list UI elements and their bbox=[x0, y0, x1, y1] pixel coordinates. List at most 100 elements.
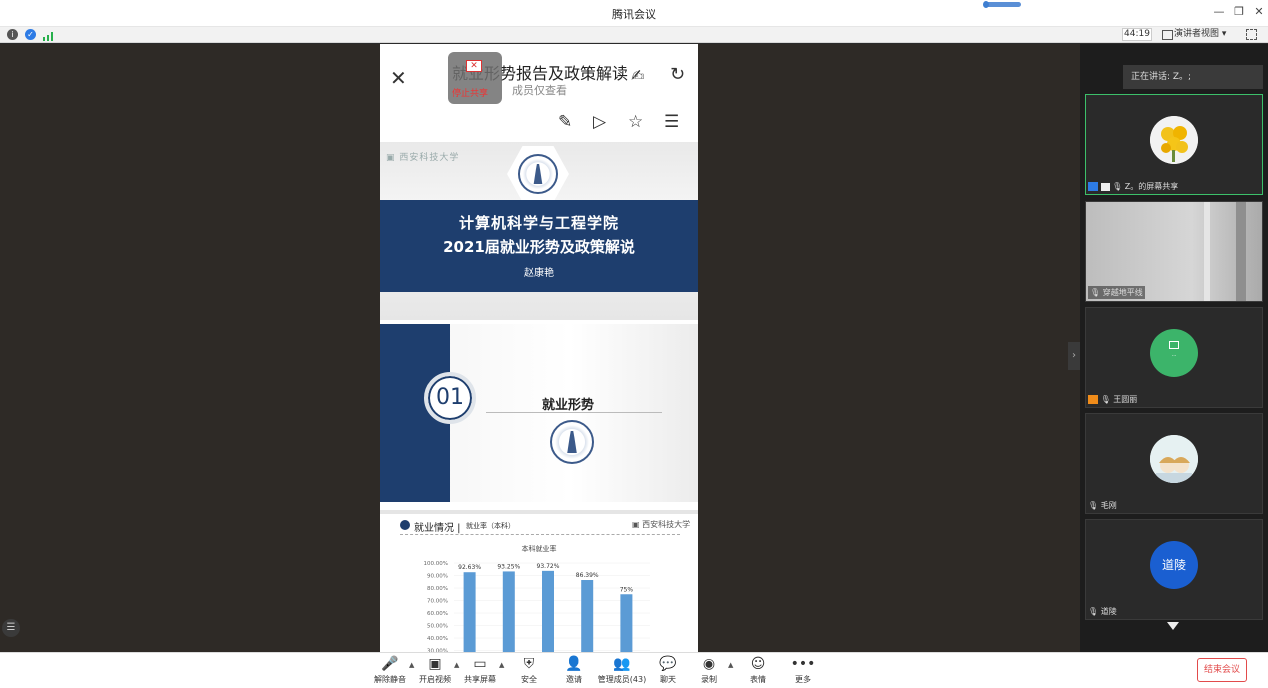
slide-author: 赵康艳 bbox=[524, 268, 554, 279]
bar-value-label: 93.25% bbox=[497, 563, 520, 570]
stop-share-label: 停止共享 bbox=[452, 89, 489, 99]
play-icon[interactable]: ▷ bbox=[593, 112, 606, 132]
doc-header: ✕ 就业形势报告及政策解读 成员仅查看 ✍ ↻ ✕ 停止共享 ✎ ▷ ☆ ☰ bbox=[380, 44, 698, 144]
restore-icon[interactable]: ❐ bbox=[1232, 5, 1246, 19]
participant-name: Z。的屏幕共享 bbox=[1124, 182, 1179, 191]
video-frame bbox=[1236, 202, 1246, 301]
slide-title-line1: 计算机科学与工程学院 bbox=[458, 214, 619, 232]
speaking-label: 正在讲话: Z。; bbox=[1131, 72, 1192, 82]
star-icon[interactable]: ☆ bbox=[628, 112, 643, 132]
y-tick-label: 50.00% bbox=[427, 624, 448, 630]
unmute-button[interactable]: 🎤 解除静音 bbox=[368, 655, 412, 687]
employment-chart: 本科就业率 100.00% 90.00% 80.00% 70.00% 60.00% 50.0… bbox=[424, 544, 650, 652]
shared-screen-area: ✕ 就业形势报告及政策解读 成员仅查看 ✍ ↻ ✕ 停止共享 ✎ ▷ ☆ ☰ ▣… bbox=[0, 44, 1080, 652]
share-screen-button[interactable]: ▭ 共享屏幕 bbox=[458, 655, 502, 687]
view-mode-label: 演讲者视图 bbox=[1174, 29, 1220, 39]
annotate-icon[interactable]: ✍ bbox=[631, 66, 644, 85]
y-tick-label: 80.00% bbox=[427, 586, 448, 592]
slide-chart[interactable]: 就业情况 | 就业率（本科） ▣ 西安科技大学 本科就业率 100.00% 90.0… bbox=[380, 510, 698, 652]
share-screen-icon: ▭ bbox=[473, 656, 487, 672]
shield-icon[interactable]: ✓ bbox=[25, 29, 36, 40]
video-label: 开启视频 bbox=[419, 675, 451, 684]
chat-button[interactable]: 💬 聊天 bbox=[646, 655, 690, 687]
participant-name: 道陵 bbox=[1100, 607, 1117, 616]
manage-members-button[interactable]: 👥 管理成员(43) bbox=[596, 655, 648, 687]
scroll-down-icon[interactable] bbox=[1167, 622, 1179, 630]
chart-bar bbox=[620, 594, 633, 652]
share-options-icon[interactable]: ▲ bbox=[499, 661, 504, 669]
chart-slide-subtitle: 就业率（本科） bbox=[466, 522, 515, 530]
members-label: 管理成员(43) bbox=[597, 675, 647, 684]
menu-icon[interactable]: ☰ bbox=[664, 112, 679, 132]
emoji-button[interactable]: ☺ 表情 bbox=[736, 655, 780, 687]
university-seal-icon bbox=[518, 154, 558, 194]
avatar bbox=[1150, 435, 1198, 483]
participant-caption: 🎙 毛刚 bbox=[1088, 500, 1117, 511]
view-mode-button[interactable]: 演讲者视图 ▾ bbox=[1160, 28, 1238, 41]
list-icon[interactable]: ☰ bbox=[2, 619, 20, 637]
meeting-toolbar: 🎤 解除静音 ▲ ▣ 开启视频 ▲ ▭ 共享屏幕 ▲ ⛨ 安全 👤 邀请 👥 管… bbox=[0, 652, 1268, 688]
security-label: 安全 bbox=[521, 675, 537, 684]
invite-button[interactable]: 👤 邀请 bbox=[552, 655, 596, 687]
fullscreen-icon[interactable] bbox=[1246, 29, 1257, 40]
security-button[interactable]: ⛨ 安全 bbox=[507, 655, 551, 687]
shared-document[interactable]: ✕ 就业形势报告及政策解读 成员仅查看 ✍ ↻ ✕ 停止共享 ✎ ▷ ☆ ☰ ▣… bbox=[380, 44, 698, 652]
record-icon: ◉ bbox=[702, 656, 716, 672]
participant-name: 穿越地平线 bbox=[1102, 288, 1143, 297]
y-tick-label: 40.00% bbox=[427, 636, 448, 642]
bar-value-label: 93.72% bbox=[537, 563, 560, 570]
mic-icon: 🎙 bbox=[1090, 288, 1101, 297]
participant-caption: 🎙 穿越地平线 bbox=[1088, 286, 1145, 299]
refresh-icon[interactable]: ↻ bbox=[670, 64, 685, 85]
emoji-label: 表情 bbox=[750, 675, 766, 684]
video-frame bbox=[1204, 202, 1210, 301]
close-icon[interactable]: ✕ bbox=[1252, 5, 1266, 19]
mic-icon: 🎙 bbox=[1112, 182, 1123, 191]
y-tick-label: 70.00% bbox=[427, 599, 448, 605]
close-doc-icon[interactable]: ✕ bbox=[390, 66, 407, 90]
record-options-icon[interactable]: ▲ bbox=[728, 661, 733, 669]
slide-cover[interactable]: ▣ 西安科技大学 计算机科学与工程学院 2021届就业形势及政策解说 赵康艳 bbox=[380, 142, 698, 320]
stop-share-icon[interactable]: ✕ bbox=[466, 60, 482, 72]
participant-tile[interactable]: 🎙 穿越地平线 bbox=[1085, 201, 1263, 302]
participant-tile[interactable]: 道陵 🎙 道陵 bbox=[1085, 519, 1263, 620]
participant-caption: 🎙 Z。的屏幕共享 bbox=[1088, 181, 1178, 192]
slide-section[interactable]: 01 就业形势 bbox=[380, 324, 698, 502]
record-button[interactable]: ◉ 录制 bbox=[687, 655, 731, 687]
avatar-text: ··· bbox=[1171, 353, 1177, 359]
participant-tile[interactable]: 🎙 毛刚 bbox=[1085, 413, 1263, 514]
participant-tile[interactable]: 🎙 Z。的屏幕共享 bbox=[1085, 94, 1263, 195]
speaking-indicator: 正在讲话: Z。; bbox=[1123, 65, 1263, 89]
signal-icon[interactable] bbox=[43, 30, 53, 41]
university-logo: ▣ 西安科技大学 bbox=[386, 153, 460, 163]
participant-tile[interactable]: ··· 🎙 王圆丽 bbox=[1085, 307, 1263, 408]
y-tick-label: 100.00% bbox=[424, 561, 448, 567]
shield-icon: ⛨ bbox=[523, 656, 535, 672]
end-meeting-button[interactable]: 结束会议 bbox=[1197, 658, 1247, 682]
volume-slider[interactable] bbox=[983, 1, 1021, 8]
y-tick-label: 90.00% bbox=[427, 574, 448, 580]
edit-icon[interactable]: ✎ bbox=[558, 112, 572, 132]
chart-title: 本科就业率 bbox=[522, 544, 557, 553]
university-logo: ▣ 西安科技大学 bbox=[632, 520, 691, 529]
more-button[interactable]: ••• 更多 bbox=[781, 655, 825, 687]
members-icon: 👥 bbox=[613, 656, 631, 672]
chart-bar bbox=[502, 571, 515, 652]
chart-bar bbox=[542, 570, 554, 652]
emoji-icon: ☺ bbox=[750, 656, 766, 672]
minimize-icon[interactable]: — bbox=[1212, 5, 1226, 19]
avatar-text: 道陵 bbox=[1161, 558, 1186, 572]
section-number: 01 bbox=[424, 372, 476, 424]
stop-share-overlay[interactable]: ✕ 停止共享 bbox=[448, 52, 502, 104]
video-button[interactable]: ▣ 开启视频 bbox=[413, 655, 457, 687]
doc-subtitle: 成员仅查看 bbox=[512, 84, 567, 97]
participant-caption: 🎙 道陵 bbox=[1088, 606, 1117, 617]
add-user-icon: 👤 bbox=[565, 656, 583, 672]
divider bbox=[400, 534, 680, 535]
avatar bbox=[1150, 116, 1198, 164]
meeting-timer: 44:19 bbox=[1122, 28, 1152, 41]
section-underline bbox=[486, 412, 662, 413]
info-icon[interactable]: i bbox=[7, 29, 18, 40]
end-meeting-label: 结束会议 bbox=[1203, 665, 1240, 675]
collapse-sidebar-button[interactable]: › bbox=[1068, 342, 1080, 370]
